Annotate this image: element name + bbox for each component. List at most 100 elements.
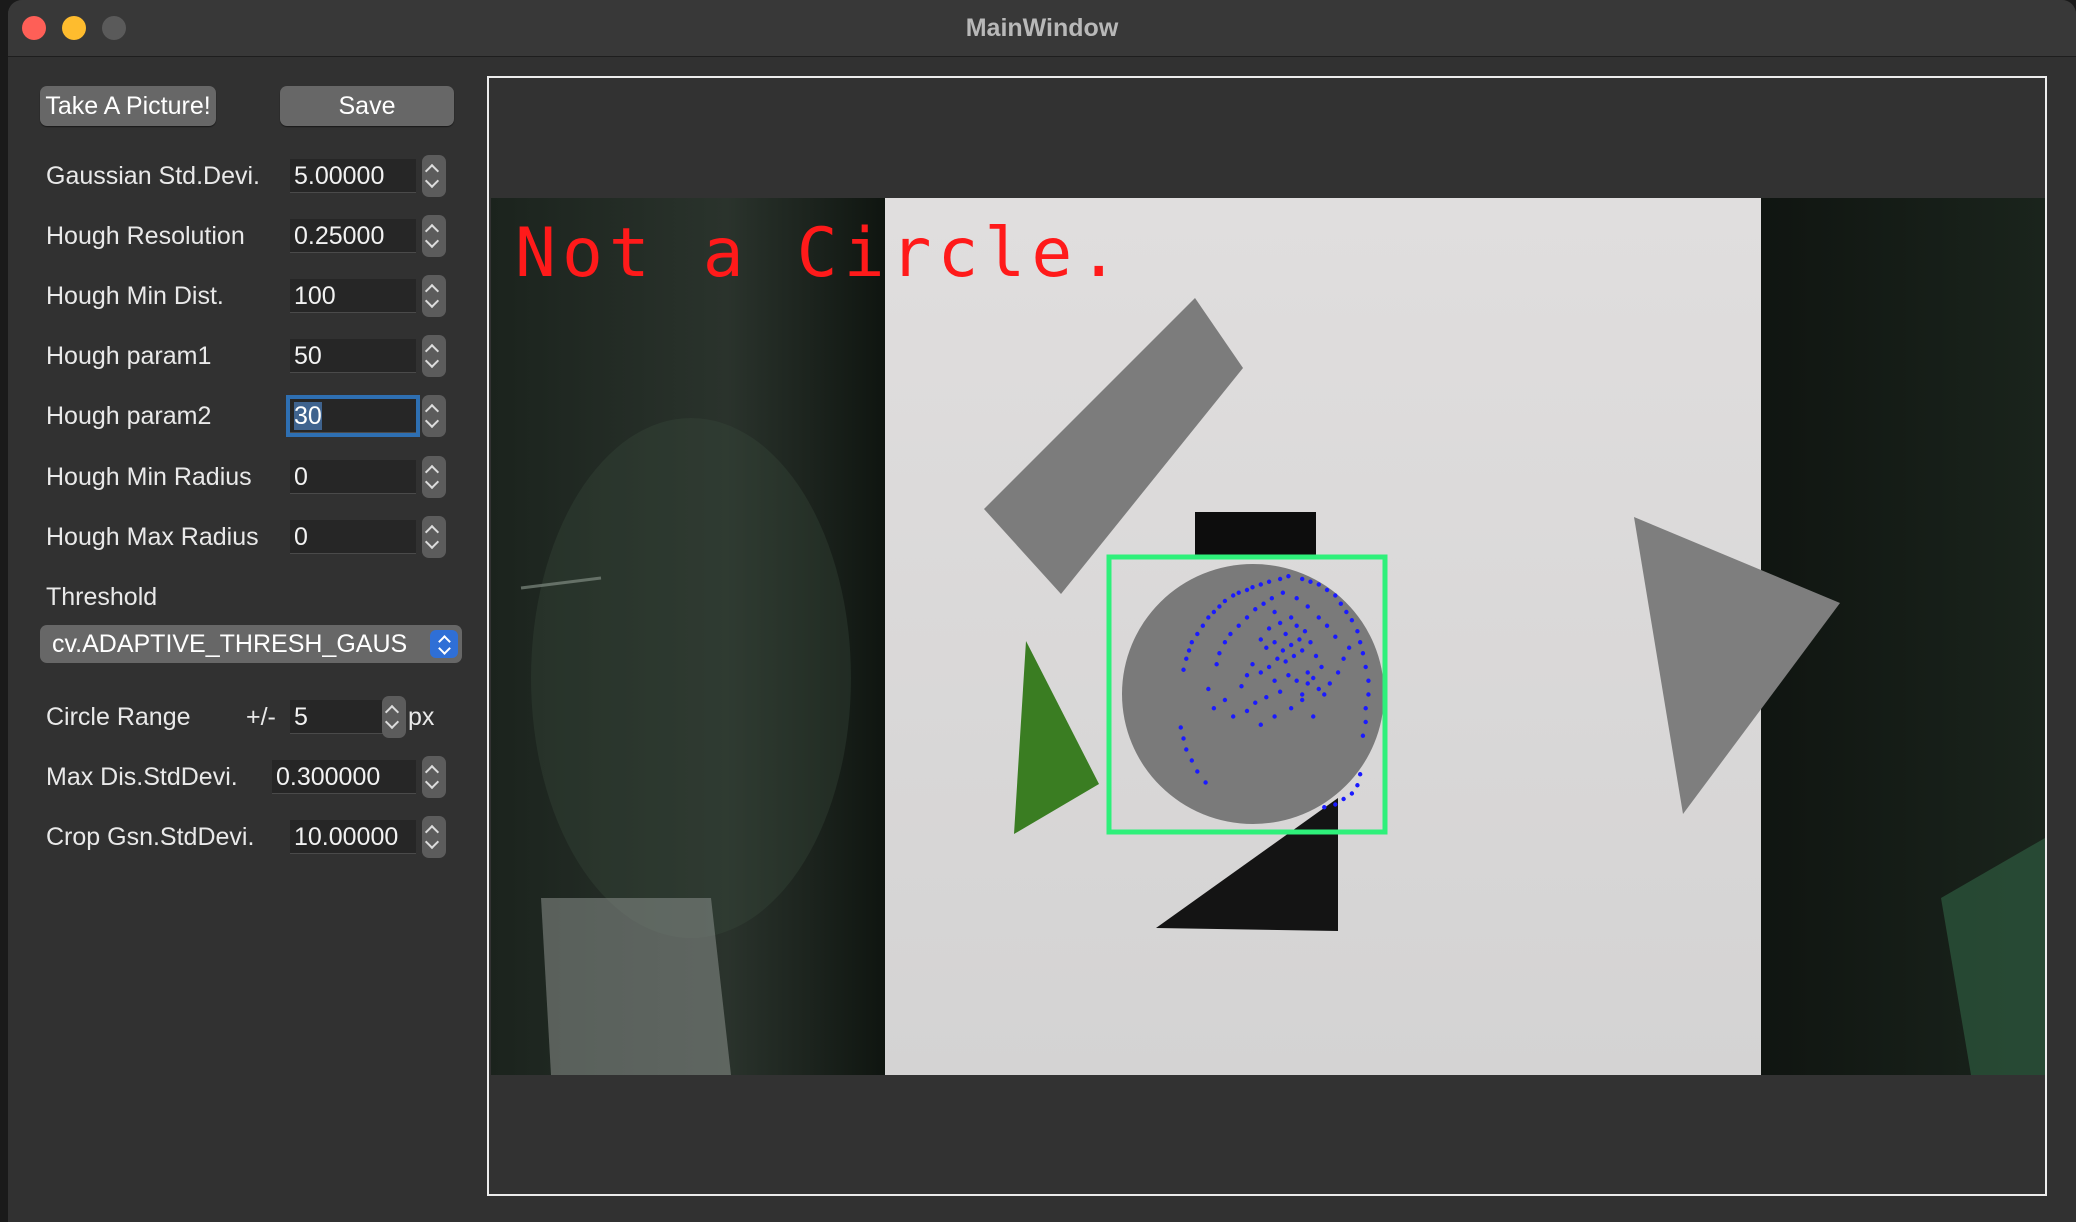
detected-point [1288,642,1294,648]
detected-point [1300,576,1305,582]
detected-point [1261,601,1266,606]
detected-point [1211,706,1217,711]
detected-point [1355,783,1360,788]
chevron-down-icon [424,233,440,249]
detected-point [1280,648,1286,653]
save-button[interactable]: Save [280,86,454,126]
detected-point [1277,620,1283,626]
detected-point [1300,697,1305,703]
hough-param2-input[interactable]: 30 [286,395,420,437]
detected-point [1366,678,1371,683]
max-dis-stddev-input[interactable]: 0.300000 [272,760,416,794]
hough-min-radius-input[interactable]: 0 [290,460,416,494]
detected-point [1258,637,1263,642]
crop-gsn-stddev-stepper[interactable] [422,816,446,858]
take-picture-button[interactable]: Take A Picture! [40,86,216,126]
detected-point [1322,692,1327,697]
chevron-down-icon [424,173,440,189]
chevron-down-icon [424,474,440,490]
detected-point [1206,686,1211,692]
gaussian-stddev-label: Gaussian Std.Devi. [46,162,260,190]
hough-param1-input[interactable]: 50 [290,339,416,373]
detected-point [1322,805,1327,810]
hough-max-radius-input[interactable]: 0 [290,520,416,554]
threshold-select[interactable]: cv.ADAPTIVE_THRESH_GAUS [40,625,462,663]
detected-point [1305,681,1310,686]
detected-point [1319,664,1324,670]
detected-point [1269,596,1275,601]
max-dis-stddev-label: Max Dis.StdDevi. [46,763,238,791]
detected-point [1311,714,1316,719]
chevron-down-icon [424,534,440,550]
detected-point [1280,590,1286,595]
hough-param2-label: Hough param2 [46,402,212,430]
detected-point [1277,689,1283,694]
detected-point [1253,700,1258,705]
detected-point [1236,623,1241,628]
circle-range-input[interactable]: 5 [290,700,384,734]
detected-point [1316,615,1321,620]
chevron-down-icon [384,714,400,730]
detected-point [1264,695,1269,700]
hough-param1-stepper[interactable] [422,335,446,377]
detected-point [1349,618,1355,623]
chevron-down-icon [424,293,440,309]
chevron-down-icon [424,413,440,429]
detected-point [1244,673,1250,678]
detected-point [1311,675,1316,681]
detected-point [1349,791,1355,796]
detected-point [1308,640,1313,645]
hough-resolution-stepper[interactable] [422,215,446,257]
detected-point [1283,659,1288,664]
gaussian-stddev-stepper[interactable] [422,155,446,197]
hough-min-dist-stepper[interactable] [422,275,446,317]
hough-max-radius-label: Hough Max Radius [46,523,259,551]
hough-min-dist-input[interactable]: 100 [290,279,416,313]
detected-point [1214,662,1219,667]
hough-min-dist-label: Hough Min Dist. [46,282,224,310]
detected-point [1316,686,1321,692]
detected-point [1294,623,1299,628]
detected-point [1195,631,1200,637]
hough-max-radius-stepper[interactable] [422,516,446,558]
detected-point [1222,598,1228,604]
hough-param2-stepper[interactable] [422,395,446,437]
detected-point [1341,656,1346,661]
detected-point [1324,587,1330,593]
detected-point [1360,651,1366,656]
crop-gsn-stddev-input[interactable]: 10.00000 [290,820,416,854]
gaussian-stddev-input[interactable]: 5.00000 [290,159,416,193]
detected-point [1222,640,1228,645]
detected-point [1302,629,1308,634]
detected-point [1294,678,1299,683]
detected-point [1264,645,1269,650]
main-window: MainWindow Take A Picture! Save Gaussian… [8,0,2076,1222]
chevron-down-icon [424,834,440,850]
detected-point [1258,582,1263,587]
hough-min-radius-label: Hough Min Radius [46,463,252,491]
detected-point [1338,601,1344,606]
left-blur [531,418,851,938]
detected-point [1294,596,1299,601]
detected-point [1366,692,1371,697]
detected-point [1291,653,1297,659]
detected-point [1272,678,1277,683]
detected-point [1258,670,1263,675]
crop-gsn-stddev-label: Crop Gsn.StdDevi. [46,823,255,851]
detected-point [1231,593,1236,598]
detected-point [1288,615,1294,620]
max-dis-stddev-stepper[interactable] [422,756,446,798]
detected-point [1258,722,1263,727]
detected-point [1300,648,1305,653]
hough-min-radius-stepper[interactable] [422,456,446,498]
detected-point [1244,708,1250,714]
hough-resolution-input[interactable]: 0.25000 [290,219,416,253]
detected-point [1324,623,1330,628]
detected-point [1217,604,1222,609]
detected-point [1297,637,1302,642]
circle-range-stepper[interactable] [382,696,406,738]
detected-point [1253,607,1258,612]
detected-point [1360,733,1366,738]
window-title: MainWindow [965,14,1119,42]
detected-point [1266,664,1272,670]
